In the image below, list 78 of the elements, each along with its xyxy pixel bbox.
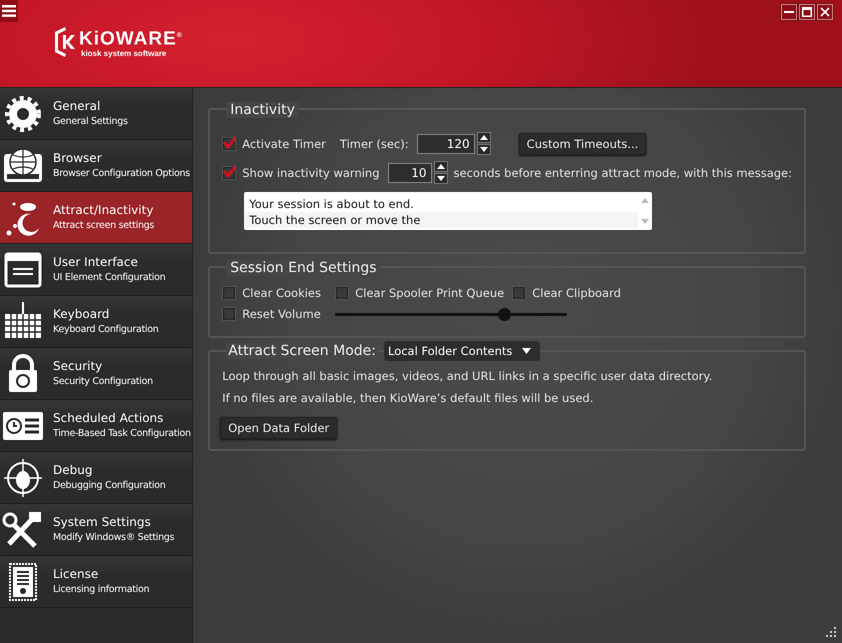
minimize-button[interactable]	[781, 4, 797, 20]
up-arrow-button[interactable]	[476, 132, 491, 143]
sidebar-item-subtitle: Licensing information	[53, 583, 150, 596]
timer-label: Timer (sec):	[340, 136, 409, 150]
sidebar-item-title: Debug	[53, 463, 94, 477]
bug-crosshair-icon	[1, 458, 45, 498]
checkbox[interactable]	[222, 286, 236, 300]
sidebar-item[interactable]: System Settings Modify Windows® Settings	[0, 504, 192, 556]
down-arrow-button[interactable]	[434, 173, 448, 184]
sidebar-item[interactable]: User Interface UI Element Configuration	[0, 244, 192, 296]
checkbox[interactable]	[222, 307, 236, 321]
sidebar-item-title: Keyboard	[53, 307, 110, 321]
message-text-area[interactable]: Your session is about to end. Touch the screen or move the	[244, 192, 652, 230]
sidebar-item[interactable]: Attract/Inactivity Attract screen settings	[0, 192, 192, 244]
sidebar-item[interactable]: Debug Debugging Configuration	[0, 452, 192, 504]
brand-tagline: kiosk system software	[81, 48, 168, 58]
sidebar-item-title: Attract/Inactivity	[53, 203, 154, 217]
sidebar-item[interactable]: Security Security Configuration	[0, 348, 192, 400]
brand-name: KiOWARE$^{®}$	[79, 28, 183, 49]
group-title: Inactivity	[226, 102, 299, 118]
checkbox-label: Clear Spooler Print Queue	[355, 286, 504, 300]
sidebar-item-subtitle: UI Element Configuration	[53, 271, 166, 284]
maximize-icon	[802, 7, 812, 17]
checkbox-label: Show inactivity warning	[242, 166, 380, 180]
description-text: If no files are available, then KioWare’s default files will be used.	[222, 391, 594, 405]
down-arrow-button[interactable]	[476, 144, 491, 155]
sidebar-item[interactable]: Scheduled Actions Time-Based Task Configuration	[0, 400, 192, 452]
checkbox[interactable]	[512, 286, 526, 300]
down-arrow-icon	[436, 176, 445, 181]
close-icon	[820, 7, 830, 17]
sidebar-item-subtitle: Keyboard Configuration	[53, 323, 159, 336]
resize-grip-icon[interactable]	[826, 627, 836, 637]
logo-bracket-icon	[53, 26, 77, 58]
sidebar-item-title: General	[53, 99, 102, 113]
sidebar-item[interactable]: Browser Browser Configuration Options	[0, 140, 192, 192]
sidebar-item-title: Security	[53, 359, 104, 373]
custom-timeouts-button[interactable]: Custom Timeouts...	[518, 132, 646, 154]
checkbox-label: Clear Clipboard	[532, 286, 621, 300]
caret-icon	[522, 348, 531, 354]
message-line: Your session is about to end.	[248, 196, 415, 212]
sidebar-item[interactable]: License Licensing information	[0, 556, 192, 608]
up-arrow-icon	[480, 135, 488, 140]
checkbox-label: Activate Timer	[242, 136, 326, 150]
menu-button[interactable]	[0, 0, 18, 22]
sidebar-item-subtitle: Modify Windows® Settings	[53, 531, 174, 544]
checkbox-label: Reset Volume	[242, 307, 321, 321]
sidebar-item-title: Scheduled Actions	[53, 411, 164, 425]
mode-dropdown[interactable]: Local Folder Contents	[384, 341, 540, 361]
sidebar-item[interactable]: General General Settings	[0, 88, 192, 140]
slider-thumb[interactable]	[498, 308, 511, 320]
sidebar-item-title: Browser	[53, 151, 103, 165]
sidebar-item-title: System Settings	[53, 515, 152, 529]
number-field[interactable]: 120	[416, 134, 475, 154]
checkbox[interactable]	[222, 166, 236, 180]
menu-icon	[2, 5, 16, 17]
sidebar-item-subtitle: Security Configuration	[53, 375, 153, 388]
close-button[interactable]	[817, 4, 833, 20]
sidebar-item-subtitle: Debugging Configuration	[53, 479, 166, 492]
sidebar-item-subtitle: General Settings	[53, 115, 128, 128]
checkbox-label: Clear Cookies	[242, 286, 322, 300]
up-arrow-icon	[436, 164, 445, 169]
down-arrow-icon	[480, 147, 488, 152]
sidebar-item-title: License	[53, 567, 100, 581]
up-arrow-button[interactable]	[434, 161, 448, 172]
maximize-button[interactable]	[799, 4, 815, 20]
checkbox[interactable]	[335, 286, 350, 300]
sidebar-item-subtitle: Browser Configuration Options	[53, 167, 190, 180]
warning-suffix-text: seconds before enterring attract mode, with this message:	[454, 166, 792, 180]
group-title: Session End Settings	[226, 260, 381, 276]
description-text: Loop through all basic images, videos, and URL links in a specific user data directory.	[222, 369, 714, 383]
group-title: Attract Screen Mode:	[226, 343, 378, 359]
checkbox[interactable]	[222, 136, 236, 150]
number-field[interactable]: 10	[388, 162, 432, 182]
sidebar-item-subtitle: Attract screen settings	[53, 219, 154, 232]
sidebar-item-title: User Interface	[53, 255, 139, 269]
sidebar-item-subtitle: Time-Based Task Configuration	[53, 427, 191, 440]
open-data-folder-button[interactable]: Open Data Folder	[220, 417, 338, 439]
sidebar-item[interactable]: Keyboard Keyboard Configuration	[0, 296, 192, 348]
